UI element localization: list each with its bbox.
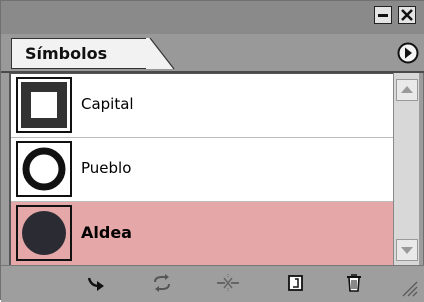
new-symbol-button[interactable] [283,272,309,294]
symbol-label: Capital [81,95,134,113]
symbols-panel: Símbolos Capital Pueblo Aldea [0,0,424,302]
vertical-scrollbar[interactable] [393,73,419,265]
replace-cycle-icon [154,274,170,292]
new-symbol-icon [288,275,303,291]
arrow-up-icon [401,86,413,93]
symbol-row-aldea[interactable]: Aldea [11,202,393,265]
panel-title-bar[interactable] [1,1,424,35]
break-link-icon [217,274,239,292]
break-link-button[interactable] [215,272,241,294]
close-icon [401,9,413,21]
close-button[interactable] [398,6,416,24]
symbols-list: Capital Pueblo Aldea [9,73,393,265]
flyout-menu-icon [397,42,419,64]
square-in-square-icon [21,82,67,128]
scroll-up-button[interactable] [396,79,418,101]
tab-strip: Símbolos [1,34,424,73]
symbol-thumbnail [16,141,72,197]
panel-bottom-toolbar [1,265,424,302]
symbol-label: Pueblo [81,159,132,177]
resize-grip-icon [402,281,418,297]
symbol-label: Aldea [81,223,132,242]
resize-grip[interactable] [399,278,419,298]
arrow-down-icon [401,247,413,254]
symbol-row-pueblo[interactable]: Pueblo [11,138,393,202]
panel-menu-button[interactable] [397,42,419,64]
trash-icon [347,274,361,292]
symbol-thumbnail [16,77,72,133]
symbol-row-capital[interactable]: Capital [11,74,393,138]
filled-circle-icon [22,211,66,255]
place-instance-arrow-icon [87,277,104,291]
tab-label: Símbolos [25,44,108,63]
place-symbol-instance-button[interactable] [85,272,111,294]
delete-symbol-button[interactable] [341,272,367,294]
symbol-thumbnail [16,205,72,261]
minimize-button[interactable] [374,6,392,24]
minimize-icon [378,14,388,17]
replace-symbol-button[interactable] [149,272,175,294]
ring-icon [22,147,66,191]
tab-edge [146,38,175,70]
scroll-down-button[interactable] [396,239,418,261]
